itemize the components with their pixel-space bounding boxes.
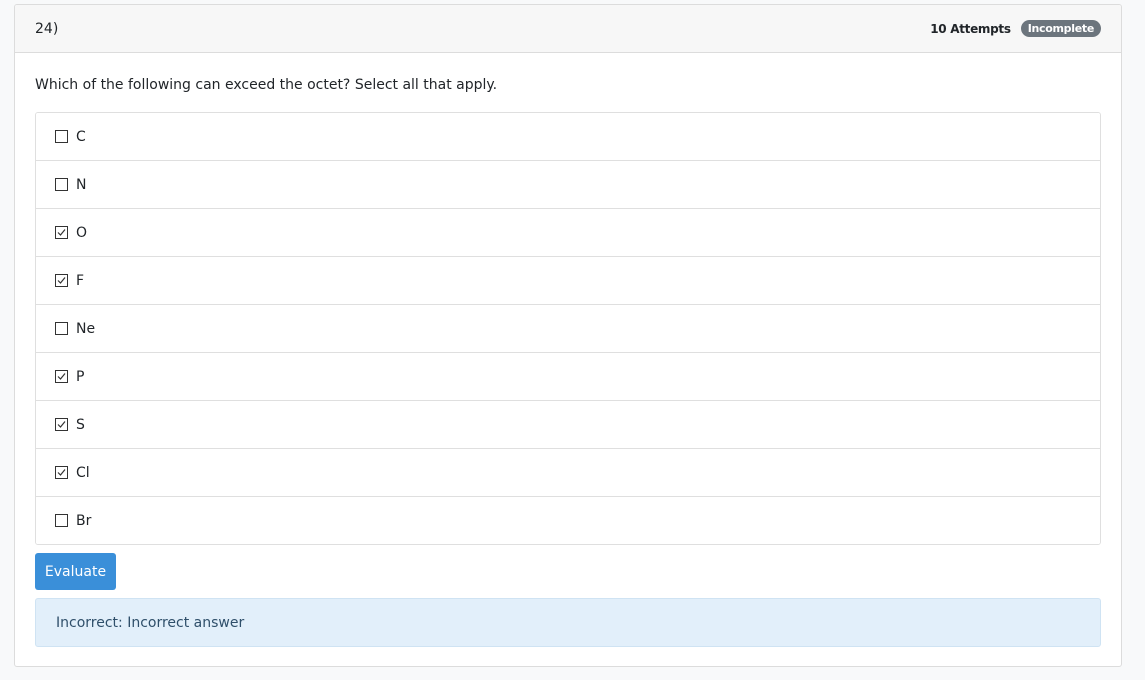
attempts-count: 10 Attempts	[930, 21, 1011, 36]
feedback-alert: Incorrect: Incorrect answer	[35, 598, 1101, 647]
option-item[interactable]: S	[36, 400, 1100, 448]
checkbox[interactable]	[55, 130, 68, 143]
options-list: C N O F Ne P S Cl Br	[35, 112, 1101, 545]
status-badge: Incomplete	[1020, 20, 1101, 37]
checkbox[interactable]	[55, 514, 68, 527]
checkmark-icon	[57, 421, 66, 428]
option-label: Ne	[76, 320, 96, 337]
option-item[interactable]: Cl	[36, 448, 1100, 496]
option-label: P	[76, 368, 85, 385]
option-item[interactable]: P	[36, 352, 1100, 400]
checkmark-icon	[57, 277, 66, 284]
option-label: Cl	[76, 464, 90, 481]
checkbox[interactable]	[55, 274, 68, 287]
option-item[interactable]: C	[36, 113, 1100, 160]
checkbox[interactable]	[55, 370, 68, 383]
question-number: 24)	[35, 20, 59, 37]
option-item[interactable]: F	[36, 256, 1100, 304]
question-card: 24) 10 Attempts Incomplete Which of the …	[14, 4, 1122, 667]
checkbox[interactable]	[55, 418, 68, 431]
option-label: Br	[76, 512, 92, 529]
option-item[interactable]: O	[36, 208, 1100, 256]
option-item[interactable]: N	[36, 160, 1100, 208]
checkbox[interactable]	[55, 466, 68, 479]
option-label: F	[76, 272, 85, 289]
question-body: Which of the following can exceed the oc…	[15, 77, 1121, 647]
option-label: S	[76, 416, 85, 433]
checkbox[interactable]	[55, 322, 68, 335]
question-meta: 10 Attempts Incomplete	[930, 20, 1101, 37]
checkmark-icon	[57, 469, 66, 476]
checkmark-icon	[57, 229, 66, 236]
question-prompt: Which of the following can exceed the oc…	[35, 77, 498, 93]
question-header: 24) 10 Attempts Incomplete	[15, 5, 1121, 53]
evaluate-button[interactable]: Evaluate	[35, 553, 116, 590]
option-item[interactable]: Br	[36, 496, 1100, 544]
option-label: O	[76, 224, 88, 241]
checkbox[interactable]	[55, 178, 68, 191]
option-label: N	[76, 176, 87, 193]
checkbox[interactable]	[55, 226, 68, 239]
checkmark-icon	[57, 373, 66, 380]
option-label: C	[76, 128, 86, 145]
option-item[interactable]: Ne	[36, 304, 1100, 352]
feedback-text: Incorrect: Incorrect answer	[56, 614, 245, 631]
